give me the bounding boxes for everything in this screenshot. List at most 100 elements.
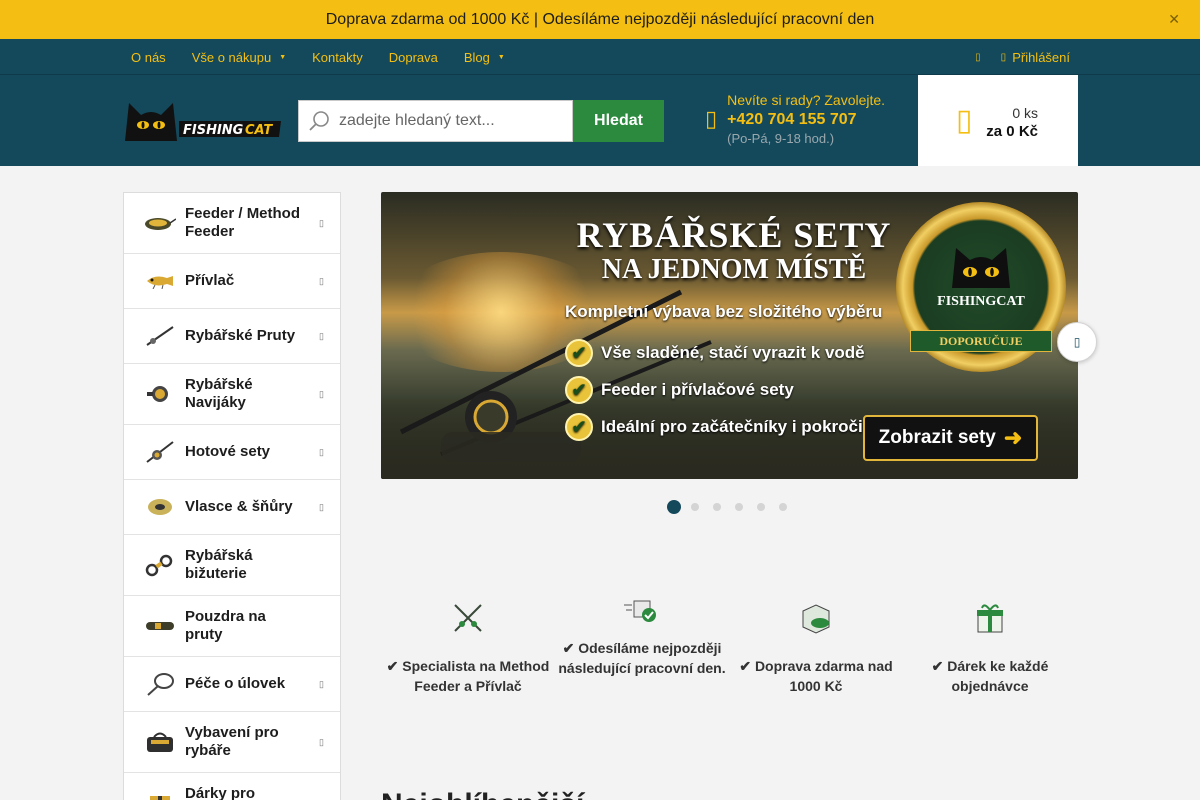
cart-total: za 0 Kč (986, 123, 1038, 140)
category-feeder[interactable]: Feeder / Method Feeder ▯ (124, 193, 340, 254)
svg-text:FISHING: FISHING (183, 123, 244, 138)
banner-check-item: ✔ Ideální pro začátečníky i pokročilé (565, 413, 877, 441)
nav-item-vse-o-nakupu[interactable]: Vše o nákupu ▼ (192, 50, 286, 65)
tackle-bag-icon (143, 729, 177, 755)
crossed-rods-icon (448, 598, 488, 638)
category-hotove-sety[interactable]: Hotové sety ▯ (124, 425, 340, 480)
category-vlasce-snury[interactable]: Vlasce & šňůry ▯ (124, 480, 340, 535)
feature-text: ✔ Specialista na Method Feeder a Přívlač (386, 658, 550, 694)
chevron-right-icon: ▯ (319, 446, 324, 457)
banner-check-item: ✔ Vše sladěné, stačí vyrazit k vodě (565, 339, 865, 367)
rod-case-icon (143, 613, 177, 639)
opening-hours: (Po-Pá, 9-18 hod.) (727, 131, 835, 146)
chevron-right-icon: ▯ (319, 678, 324, 689)
contact-question: Nevíte si rady? Zavolejte. (727, 92, 886, 108)
rod-icon (143, 323, 177, 349)
check-icon: ✔ (565, 376, 593, 404)
search-input[interactable] (339, 112, 564, 130)
top-navigation: O nás Vše o nákupu ▼ Kontakty Doprava Blo… (0, 39, 1200, 75)
category-pouzdra[interactable]: Pouzdra na pruty (124, 596, 340, 657)
feature-item: ✔ Dárek ke každé objednávce (903, 590, 1077, 696)
banner-title-line2: NA JEDNOM MÍSTĚ (601, 254, 867, 285)
feature-highlights: ✔ Specialista na Method Feeder a Přívlač… (381, 590, 1078, 696)
nav-item-doprava[interactable]: Doprava (389, 50, 438, 65)
landing-net-icon (143, 671, 177, 697)
login-link[interactable]: Přihlášení (1012, 50, 1070, 65)
account-area: ▯ ▯ Přihlášení (975, 39, 1070, 75)
hero-banner[interactable]: RYBÁŘSKÉ SETY NA JEDNOM MÍSTĚ Kompletní … (381, 192, 1078, 479)
nav-item-blog[interactable]: Blog ▼ (464, 50, 505, 65)
feature-item: ✔ Odesíláme nejpozději následující praco… (555, 590, 729, 696)
banner-check-item: ✔ Feeder i přívlačové sety (565, 376, 794, 404)
swivel-icon (143, 552, 177, 578)
svg-text:CAT: CAT (245, 123, 273, 138)
category-darky[interactable]: Dárky pro (124, 773, 340, 800)
category-privlac[interactable]: Přívlač ▯ (124, 254, 340, 309)
recommendation-badge: FISHINGCAT DOPORUČUJE (896, 202, 1066, 372)
close-icon[interactable]: ✕ (1168, 11, 1180, 28)
line-spool-icon (143, 494, 177, 520)
login-icon: ▯ (1000, 51, 1007, 63)
badge-ribbon: DOPORUČUJE (910, 330, 1052, 352)
site-header: FISHING CAT Hledat ▯ Nevíte si rady? Zav… (0, 75, 1200, 166)
chevron-right-icon: ▯ (319, 388, 324, 399)
section-heading: Nejoblíbenější (381, 788, 584, 800)
banner-subtitle: Kompletní výbava bez složitého výběru (565, 302, 883, 321)
search-button[interactable]: Hledat (573, 100, 664, 142)
check-icon: ✔ (565, 339, 593, 367)
search-form: Hledat (298, 100, 664, 142)
carousel-dot[interactable] (713, 503, 721, 511)
cart-count: 0 ks (1012, 105, 1038, 121)
badge-brand: FISHINGCAT (937, 294, 1025, 309)
shopping-bag-icon: ▯ (956, 104, 973, 137)
chevron-right-icon: ▯ (319, 330, 324, 341)
fast-shipping-icon (622, 590, 662, 630)
user-icon[interactable]: ▯ (975, 52, 981, 63)
category-pece-o-ulovek[interactable]: Péče o úlovek ▯ (124, 657, 340, 712)
carousel-dot[interactable] (757, 503, 765, 511)
category-vybaveni[interactable]: Vybavení pro rybáře ▯ (124, 712, 340, 773)
announcement-bar: Doprava zdarma od 1000 Kč | Odesíláme ne… (0, 0, 1200, 39)
chevron-down-icon: ▼ (497, 53, 505, 61)
chevron-right-icon: ▯ (319, 501, 324, 512)
chevron-down-icon: ▼ (279, 53, 287, 61)
chevron-right-icon: ▯ (1073, 335, 1081, 349)
cart-button[interactable]: ▯ 0 ks za 0 Kč (918, 75, 1078, 166)
reel-icon (143, 381, 177, 407)
arrow-right-icon: ➜ (1003, 425, 1023, 450)
nav-item-o-nas[interactable]: O nás (131, 50, 166, 65)
show-sets-button[interactable]: Zobrazit sety ➜ (863, 415, 1038, 461)
fishingcat-logo[interactable]: FISHING CAT (123, 97, 281, 143)
phone-icon: ▯ (705, 106, 718, 131)
feature-text: ✔ Odesíláme nejpozději následující praco… (558, 640, 726, 676)
free-delivery-box-icon (796, 598, 836, 638)
gift-icon (970, 598, 1010, 638)
feature-text: ✔ Dárek ke každé objednávce (931, 658, 1049, 694)
check-icon: ✔ (565, 413, 593, 441)
carousel-dot[interactable] (667, 500, 681, 514)
feature-text: ✔ Doprava zdarma nad 1000 Kč (739, 658, 893, 694)
set-icon (143, 439, 177, 465)
carousel-next-button[interactable]: ▯ (1057, 322, 1097, 362)
category-bizuterie[interactable]: Rybářská bižuterie (124, 535, 340, 596)
chevron-right-icon: ▯ (319, 275, 324, 286)
carousel-dot[interactable] (779, 503, 787, 511)
search-icon (299, 110, 339, 132)
category-rybarske-pruty[interactable]: Rybářské Pruty ▯ (124, 309, 340, 364)
category-rybarske-navijaky[interactable]: Rybářské Navijáky ▯ (124, 364, 340, 425)
cat-logo-icon (952, 248, 1010, 288)
chevron-right-icon: ▯ (319, 217, 324, 228)
carousel-dot[interactable] (691, 503, 699, 511)
gift-icon (143, 785, 177, 800)
search-field (298, 100, 573, 142)
chevron-right-icon: ▯ (319, 736, 324, 747)
phone-number[interactable]: +420 704 155 707 (727, 111, 885, 129)
announcement-text: Doprava zdarma od 1000 Kč | Odesíláme ne… (325, 10, 875, 28)
banner-title: RYBÁŘSKÉ SETY (576, 215, 892, 255)
carousel-dot[interactable] (735, 503, 743, 511)
contact-info: ▯ Nevíte si rady? Zavolejte. +420 704 15… (705, 92, 885, 146)
feature-item: ✔ Specialista na Method Feeder a Přívlač (381, 590, 555, 696)
feeder-icon (143, 210, 177, 236)
category-sidebar: Feeder / Method Feeder ▯ Přívlač ▯ Rybář… (123, 192, 341, 800)
nav-item-kontakty[interactable]: Kontakty (312, 50, 363, 65)
